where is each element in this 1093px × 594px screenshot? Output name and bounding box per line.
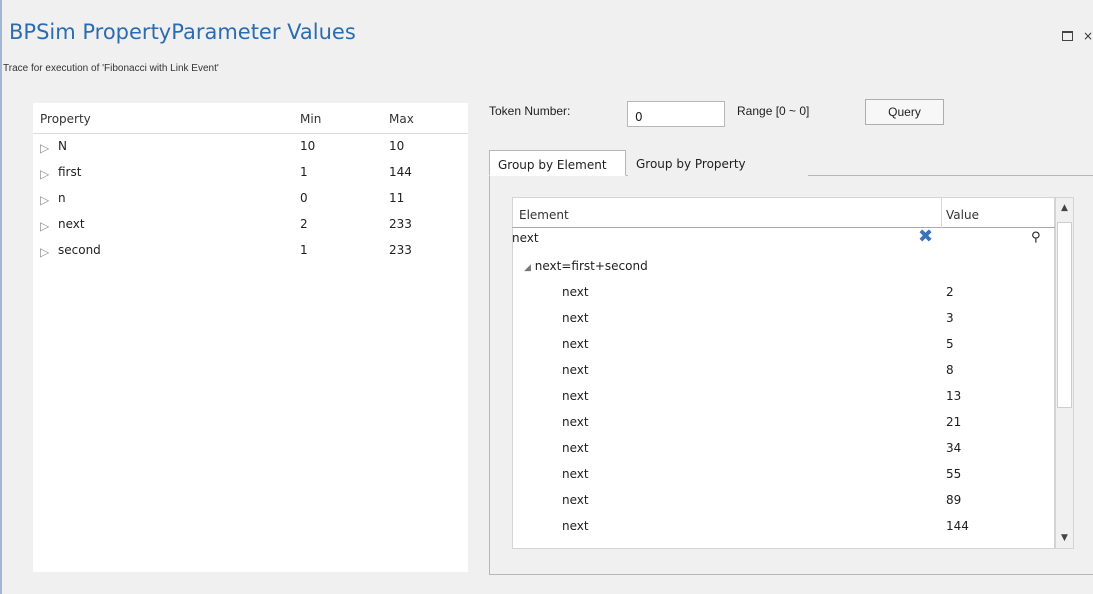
element-row[interactable]: next 89 [512, 493, 1055, 519]
property-name: n [58, 191, 66, 205]
property-min: 1 [300, 243, 308, 257]
property-max: 233 [389, 217, 412, 231]
element-value: 55 [946, 467, 962, 481]
window-controls: × [1062, 29, 1093, 43]
group-label: next=first+second [534, 259, 648, 273]
scroll-up-icon[interactable]: ▲ [1056, 199, 1073, 217]
property-row[interactable]: ▷ first 1 144 [33, 163, 468, 189]
scroll-down-icon[interactable]: ▼ [1056, 529, 1073, 547]
token-number-input[interactable]: 0 [627, 101, 725, 127]
search-icon[interactable]: ⚲ [1031, 230, 1041, 245]
element-row[interactable]: next 34 [512, 441, 1055, 467]
property-row[interactable]: ▷ second 1 233 [33, 241, 468, 267]
element-value: 13 [946, 389, 962, 403]
element-name: next [562, 519, 589, 533]
element-row[interactable]: next 55 [512, 467, 1055, 493]
element-row[interactable]: next 3 [512, 311, 1055, 337]
property-max: 233 [389, 243, 412, 257]
close-icon[interactable]: × [1083, 29, 1093, 43]
element-row[interactable]: next 2 [512, 285, 1055, 311]
page-title: BPSim PropertyParameter Values [9, 20, 356, 44]
page-subtitle: Trace for execution of 'Fibonacci with L… [3, 63, 219, 74]
element-filter-input[interactable]: next [512, 231, 539, 245]
element-grid-header: Element Value [512, 198, 1055, 228]
scrollbar-thumb[interactable] [1057, 222, 1072, 408]
element-name: next [562, 337, 589, 351]
vertical-scrollbar[interactable]: ▲ ▼ [1055, 197, 1074, 549]
expand-icon[interactable]: ▷ [40, 141, 49, 155]
element-value: 21 [946, 415, 962, 429]
query-button[interactable]: Query [865, 99, 944, 125]
tab-group-by-element[interactable]: Group by Element [489, 150, 626, 176]
property-min: 2 [300, 217, 308, 231]
tab-group-by-property[interactable]: Group by Property [628, 150, 808, 176]
property-row[interactable]: ▷ next 2 233 [33, 215, 468, 241]
collapse-icon[interactable]: ◢ [524, 263, 531, 273]
token-number-label: Token Number: [489, 104, 571, 118]
element-name: next [562, 311, 589, 325]
element-name: next [562, 493, 589, 507]
property-table: Property Min Max ▷ N 10 10 ▷ first 1 144 ▷ n 0 11 ▷ n… [33, 103, 468, 572]
column-header-element[interactable]: Element [519, 208, 569, 222]
property-min: 1 [300, 165, 308, 179]
property-name: first [58, 165, 82, 179]
element-row[interactable]: next 144 [512, 519, 1055, 545]
element-value: 3 [946, 311, 954, 325]
expand-icon[interactable]: ▷ [40, 193, 49, 207]
property-name: N [58, 139, 67, 153]
property-table-header: Property Min Max [33, 103, 468, 134]
element-row[interactable]: next 13 [512, 389, 1055, 415]
expand-icon[interactable]: ▷ [40, 219, 49, 233]
element-value: 8 [946, 363, 954, 377]
column-header-max[interactable]: Max [389, 112, 414, 126]
element-name: next [562, 389, 589, 403]
property-min: 10 [300, 139, 316, 153]
expand-icon[interactable]: ▷ [40, 167, 49, 181]
element-name: next [562, 363, 589, 377]
expand-icon[interactable]: ▷ [40, 245, 49, 259]
element-value: 2 [946, 285, 954, 299]
element-value: 144 [946, 519, 969, 533]
property-row[interactable]: ▷ n 0 11 [33, 189, 468, 215]
maximize-icon[interactable] [1062, 30, 1073, 41]
window-frame-edge [0, 0, 2, 594]
column-header-min[interactable]: Min [300, 112, 321, 126]
column-separator [941, 198, 942, 228]
property-max: 144 [389, 165, 412, 179]
column-header-value[interactable]: Value [946, 208, 979, 222]
property-min: 0 [300, 191, 308, 205]
property-max: 11 [389, 191, 405, 205]
property-row[interactable]: ▷ N 10 10 [33, 137, 468, 163]
element-name: next [562, 415, 589, 429]
property-name: second [58, 243, 101, 257]
element-name: next [562, 441, 589, 455]
element-value: 5 [946, 337, 954, 351]
clear-filter-icon[interactable]: ✖ [918, 226, 933, 247]
element-value: 34 [946, 441, 962, 455]
range-label: Range [0 ~ 0] [737, 104, 810, 118]
group-row[interactable]: ◢ next=first+second [524, 259, 648, 273]
element-value: 89 [946, 493, 962, 507]
element-name: next [562, 285, 589, 299]
element-row[interactable]: next 5 [512, 337, 1055, 363]
property-name: next [58, 217, 85, 231]
element-row[interactable]: next 8 [512, 363, 1055, 389]
property-max: 10 [389, 139, 405, 153]
element-row[interactable]: next 21 [512, 415, 1055, 441]
element-name: next [562, 467, 589, 481]
column-header-property[interactable]: Property [40, 112, 91, 126]
